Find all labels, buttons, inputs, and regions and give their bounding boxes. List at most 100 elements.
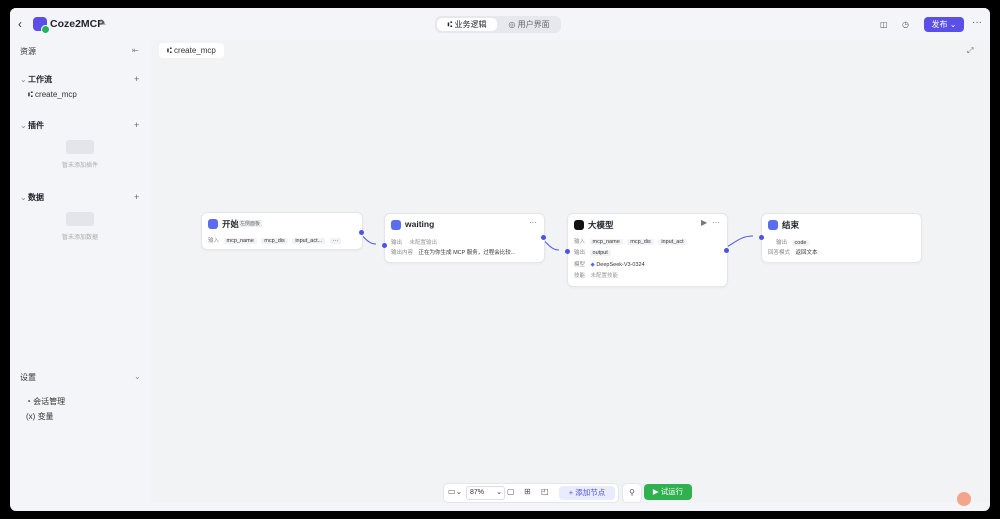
model-label: 模型 — [574, 262, 586, 268]
resource-sidebar: 资源 ⇤ ⌄工作流 + ⑆ create_mcp ⌄插件 + 暂未添加插件 ⌄数… — [10, 40, 150, 503]
output-value: 未配置输出 — [409, 240, 438, 246]
add-data-icon[interactable]: + — [134, 192, 139, 202]
mode-value: 返回文本 — [795, 250, 818, 256]
node-llm[interactable]: 大模型 ▶ ··· 输入 mcp_name mcp_dis input_act … — [565, 213, 729, 287]
model-value: ◆ DeepSeek-V3-0324 — [591, 262, 645, 268]
sidebar-item-label: create_mcp — [35, 90, 77, 99]
node-more-icon[interactable]: ··· — [712, 218, 720, 227]
plus-icon: + — [568, 488, 574, 497]
chevron-down-icon[interactable]: ⌄ — [134, 372, 141, 381]
empty-text: 暂未添加数据 — [61, 235, 98, 241]
workflow-canvas[interactable]: ⑆ create_mcp ⤢ 开始 左侧面板 输入 mcp_name mcp_d… — [151, 40, 990, 503]
output-label: 输出 — [391, 240, 403, 246]
param-chip: mcp_name — [589, 239, 623, 245]
node-end[interactable]: 结束 输出 code 回答模式 返回文本 — [759, 213, 922, 263]
node-start[interactable]: 开始 左侧面板 输入 mcp_name mcp_dis input_act...… — [201, 212, 364, 250]
variable-icon: (x) — [26, 412, 36, 421]
app-title: Coze2MCP — [50, 18, 105, 30]
section-data[interactable]: ⌄数据 — [20, 192, 44, 203]
chevron-down-icon: ⌄ — [20, 75, 27, 84]
param-chip: output — [589, 250, 611, 256]
mode-label: 回答模式 — [768, 250, 791, 256]
param-chip: code — [791, 240, 810, 246]
node-badge: 左侧面板 — [238, 220, 263, 227]
run-node-icon[interactable]: ▶ — [701, 218, 707, 227]
pointer-icon[interactable]: ◰ — [541, 487, 549, 496]
llm-model-row: 模型 ◆ DeepSeek-V3-0324 — [574, 260, 645, 268]
message-icon — [391, 220, 401, 230]
llm-skill-row: 技能 未配置技能 — [574, 271, 618, 279]
section-plugin[interactable]: ⌄插件 — [20, 120, 44, 131]
chevron-down-icon: ⌄ — [20, 121, 27, 130]
add-node-label: 添加节点 — [575, 488, 606, 497]
param-chip: mcp_name — [223, 238, 257, 244]
section-label: 工作流 — [28, 75, 52, 84]
play-icon: ▶ — [652, 487, 659, 496]
output-port[interactable] — [724, 248, 729, 253]
empty-placeholder-icon — [66, 140, 94, 154]
sidebar-item-session[interactable]: ◔ 会话管理 — [26, 396, 65, 407]
deepseek-icon: ◆ — [590, 262, 595, 268]
add-node-button[interactable]: + 添加节点 — [559, 486, 615, 500]
app-window: ‹ Coze2MCP ✎ ⑆ 业务逻辑 ◎ 用户界面 ◫ ◷ 发布 ⌄ ··· … — [10, 8, 990, 511]
input-port[interactable] — [759, 235, 764, 240]
param-chip: input_act... — [292, 238, 326, 244]
start-input-row: 输入 mcp_name mcp_dis input_act... ··· — [208, 236, 342, 244]
model-name: DeepSeek-V3-0324 — [596, 262, 645, 268]
section-workflow[interactable]: ⌄工作流 — [20, 74, 52, 85]
waiting-content-row: 输出内容 正在为你生成 MCP 服务，过程会比较... — [391, 248, 515, 256]
camera-icon[interactable]: ◫ — [880, 20, 888, 29]
publish-button[interactable]: 发布 ⌄ — [924, 17, 964, 32]
start-icon — [208, 219, 218, 229]
output-port[interactable] — [541, 235, 546, 240]
comment-icon[interactable]: ▢ — [507, 487, 515, 496]
section-label: 插件 — [28, 121, 44, 130]
end-mode-row: 回答模式 返回文本 — [768, 248, 818, 256]
input-port[interactable] — [565, 249, 570, 254]
tab-user-interface[interactable]: ◎ 用户界面 — [499, 18, 559, 31]
more-params-chip[interactable]: ··· — [329, 238, 342, 244]
input-port[interactable] — [382, 243, 387, 248]
debug-tool-button[interactable]: ⚲ — [622, 483, 642, 503]
param-chip: mcp_dis — [627, 239, 654, 245]
end-output-row: 输出 code — [776, 238, 810, 246]
edit-icon[interactable]: ✎ — [99, 18, 107, 29]
session-icon: ◔ — [26, 397, 31, 406]
avatar[interactable] — [957, 492, 971, 506]
node-title: waiting — [405, 219, 435, 229]
node-waiting[interactable]: waiting ··· 输出 未配置输出 输出内容 正在为你生成 MCP 服务，… — [382, 213, 546, 263]
chevron-down-icon: ⌄ — [20, 193, 27, 202]
more-icon[interactable]: ··· — [972, 17, 982, 28]
zoom-select[interactable]: 87% ⌄ — [466, 486, 505, 500]
layout-icon[interactable]: ⊞ — [524, 487, 531, 496]
plugin-empty-state: 暂未添加插件 — [50, 140, 110, 169]
llm-output-row: 输出 output — [574, 248, 611, 256]
settings-title: 设置 — [20, 373, 36, 382]
back-icon[interactable]: ‹ — [18, 17, 22, 31]
add-plugin-icon[interactable]: + — [134, 120, 139, 130]
collapse-sidebar-icon[interactable]: ⇤ — [132, 46, 139, 55]
history-icon[interactable]: ◷ — [902, 20, 909, 29]
output-label: 输出 — [776, 240, 788, 246]
publish-label: 发布 — [931, 20, 948, 29]
content-label: 输出内容 — [391, 250, 414, 256]
input-label: 输入 — [574, 239, 586, 245]
output-port[interactable] — [359, 230, 364, 235]
test-run-button[interactable]: ▶ 试运行 — [644, 484, 692, 500]
llm-input-row: 输入 mcp_name mcp_dis input_act — [574, 237, 687, 245]
canvas-toolbar: ▭⌄ 87% ⌄ ▢ ⊞ ◰ + 添加节点 — [443, 483, 619, 503]
param-chip: input_act — [658, 239, 687, 245]
sidebar-item-label: 会话管理 — [33, 397, 66, 406]
empty-placeholder-icon — [66, 212, 94, 226]
sidebar-item-create-mcp[interactable]: ⑆ create_mcp — [28, 90, 77, 99]
node-more-icon[interactable]: ··· — [529, 218, 537, 227]
data-empty-state: 暂未添加数据 — [50, 212, 110, 241]
tab-label: 用户界面 — [517, 20, 550, 29]
tab-business-logic[interactable]: ⑆ 业务逻辑 — [437, 18, 497, 31]
top-bar: ‹ Coze2MCP ✎ ⑆ 业务逻辑 ◎ 用户界面 ◫ ◷ 发布 ⌄ ··· — [10, 8, 990, 40]
input-label: 输入 — [208, 238, 220, 244]
minimap-icon[interactable]: ▭⌄ — [448, 487, 462, 496]
node-title: 开始 — [222, 219, 240, 229]
sidebar-item-variables[interactable]: (x) 变量 — [26, 411, 54, 422]
add-workflow-icon[interactable]: + — [134, 74, 139, 84]
